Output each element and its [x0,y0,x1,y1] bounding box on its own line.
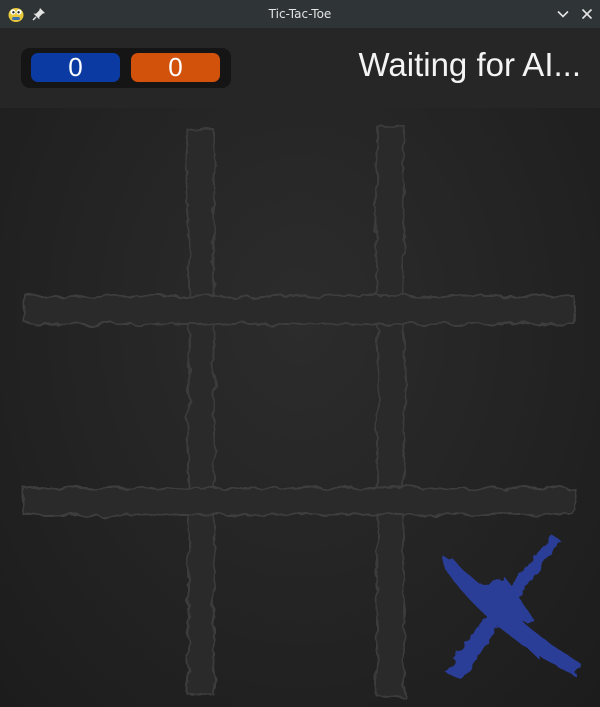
board-cell-5[interactable] [205,308,395,498]
player-o-score: 0 [131,53,220,82]
game-header: 0 0 Waiting for AI... [0,29,600,108]
close-icon[interactable] [580,7,594,21]
board-cell-8[interactable] [205,503,395,707]
game-board [0,108,600,707]
board-cell-9[interactable] [395,503,600,707]
board-cell-7[interactable] [0,503,190,707]
board-cell-2[interactable] [205,108,395,298]
board-cell-4[interactable] [0,308,190,498]
player-x-score: 0 [31,53,120,82]
board-cell-3[interactable] [395,108,600,298]
minimize-chevron-icon[interactable] [556,7,570,21]
scoreboard: 0 0 [21,48,231,88]
status-text: Waiting for AI... [358,46,581,83]
window-title: Tic-Tac-Toe [268,7,332,21]
board-cell-1[interactable] [0,108,190,298]
board-cell-6[interactable] [395,308,600,498]
window-titlebar[interactable]: Tic-Tac-Toe [0,0,600,29]
